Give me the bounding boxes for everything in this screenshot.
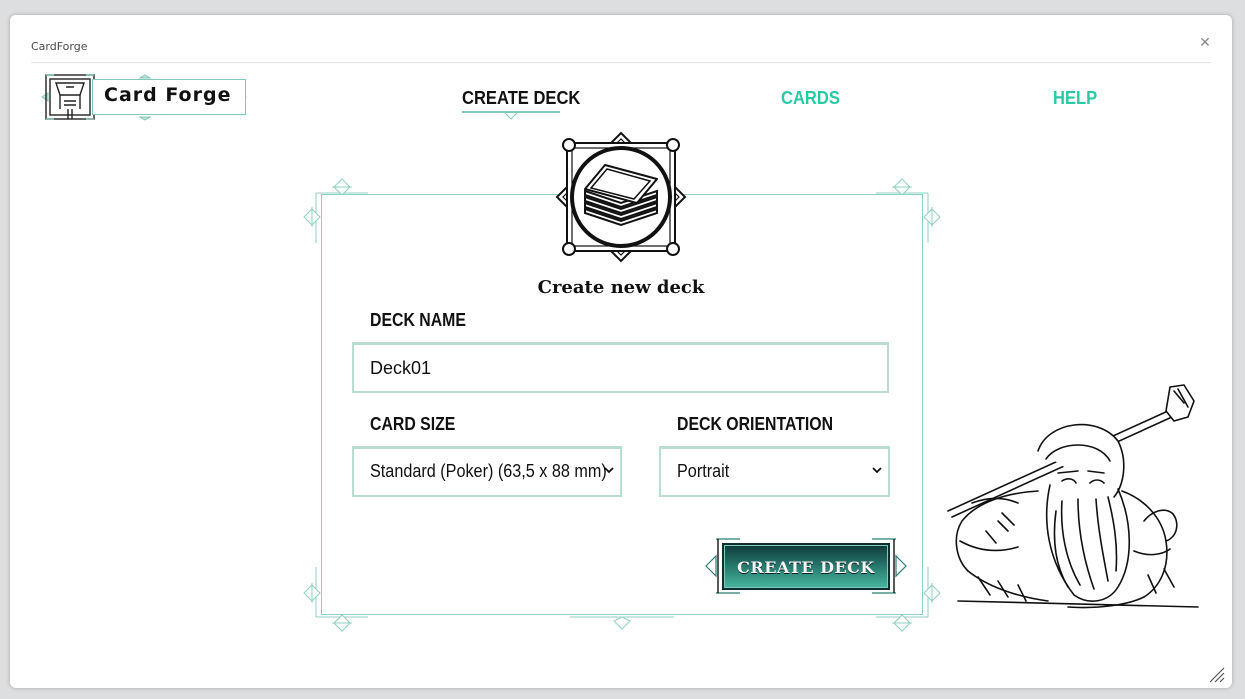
deck-name-label: DECK NAME bbox=[370, 310, 466, 330]
deck-name-input[interactable] bbox=[352, 342, 889, 393]
nav-cards[interactable]: CARDS bbox=[781, 88, 840, 109]
chevron-down-icon bbox=[872, 467, 882, 474]
chevron-down-icon bbox=[604, 467, 614, 474]
close-icon[interactable]: ✕ bbox=[1198, 36, 1212, 50]
card-size-label: CARD SIZE bbox=[370, 414, 456, 434]
app-window: CardForge ✕ Card Forge CREATE DECK CARDS… bbox=[10, 15, 1232, 688]
deck-orientation-label: DECK ORIENTATION bbox=[677, 414, 834, 434]
dwarf-warrior-illustration bbox=[947, 384, 1199, 609]
resize-grip-icon[interactable] bbox=[1208, 666, 1226, 684]
deck-orientation-select[interactable]: Portrait bbox=[659, 446, 890, 497]
logo-text: Card Forge bbox=[104, 84, 232, 106]
title-divider bbox=[31, 62, 1211, 63]
card-size-select[interactable]: Standard (Poker) (63,5 x 88 mm) bbox=[352, 446, 622, 497]
title-bar: CardForge ✕ bbox=[10, 15, 1232, 63]
deck-orientation-value: Portrait bbox=[677, 461, 730, 481]
window-title: CardForge bbox=[31, 40, 88, 53]
create-deck-button-label: CREATE DECK bbox=[737, 558, 875, 577]
nav-create-deck[interactable]: CREATE DECK bbox=[462, 88, 580, 109]
form-title: Create new deck bbox=[537, 277, 705, 298]
nav-help[interactable]: HELP bbox=[1053, 88, 1097, 109]
create-deck-button[interactable]: CREATE DECK bbox=[722, 543, 890, 590]
app-logo[interactable]: Card Forge bbox=[40, 73, 252, 123]
card-deck-icon bbox=[555, 131, 687, 263]
nav-active-marker-icon bbox=[504, 112, 518, 120]
card-size-value: Standard (Poker) (63,5 x 88 mm) bbox=[370, 461, 607, 481]
